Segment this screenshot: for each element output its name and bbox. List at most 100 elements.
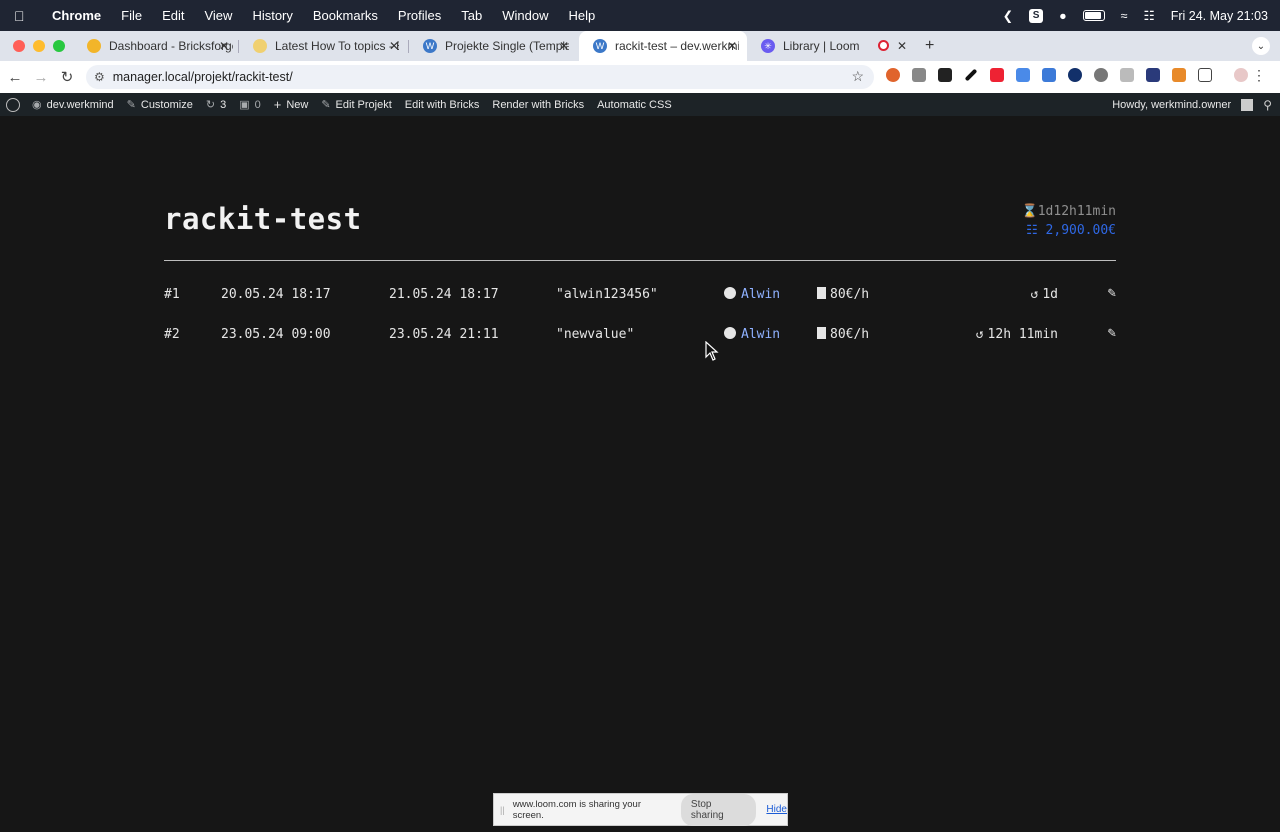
drag-handle-icon[interactable]: || bbox=[500, 805, 505, 815]
tab-projekte-single[interactable]: W Projekte Single (Template) ✕ bbox=[409, 31, 579, 61]
receipt-icon bbox=[817, 327, 826, 339]
user-circle-icon bbox=[724, 287, 736, 299]
pencil-icon: ✎ bbox=[321, 99, 331, 111]
extension-icon[interactable] bbox=[886, 68, 900, 82]
menu-history[interactable]: History bbox=[252, 8, 292, 23]
close-tab-icon[interactable]: ✕ bbox=[897, 39, 907, 53]
more-menu-icon[interactable]: ⋮ bbox=[1252, 67, 1266, 84]
divider bbox=[164, 260, 1116, 261]
wordpress-logo-icon[interactable] bbox=[6, 97, 20, 112]
browser-toolbar: ← → ↻ ⚙ manager.local/projekt/rackit-tes… bbox=[0, 61, 1280, 93]
extension-icon[interactable] bbox=[1016, 68, 1030, 82]
zoom-window-button[interactable] bbox=[53, 40, 65, 52]
bookmark-star-icon[interactable]: ☆ bbox=[851, 68, 864, 85]
extension-icon[interactable] bbox=[1068, 68, 1082, 82]
control-center-icon[interactable]: ☷ bbox=[1144, 8, 1155, 23]
metamask-extension-icon[interactable] bbox=[1172, 68, 1186, 82]
puzzle-extensions-icon[interactable] bbox=[1198, 68, 1212, 82]
url-text[interactable]: manager.local/projekt/rackit-test/ bbox=[113, 70, 293, 84]
forward-arrow-icon[interactable]: → bbox=[28, 69, 54, 86]
edit-icon[interactable]: ✎ bbox=[1108, 325, 1116, 341]
new-label: New bbox=[286, 98, 309, 111]
stop-sharing-button[interactable]: Stop sharing bbox=[680, 793, 757, 826]
admin-edit-projekt-link[interactable]: ✎ Edit Projekt bbox=[321, 98, 392, 112]
reload-icon[interactable]: ↻ bbox=[54, 68, 80, 86]
profile-avatar[interactable] bbox=[1234, 68, 1248, 82]
menu-help[interactable]: Help bbox=[569, 8, 596, 23]
admin-render-bricks-link[interactable]: Render with Bricks bbox=[492, 99, 584, 111]
menu-view[interactable]: View bbox=[204, 8, 232, 23]
user-avatar[interactable] bbox=[1241, 98, 1254, 111]
tab-label: Library | Loom bbox=[783, 39, 860, 53]
new-tab-button[interactable]: + bbox=[925, 37, 934, 55]
admin-customize-link[interactable]: ✎ Customize bbox=[127, 98, 193, 112]
shield-extension-icon[interactable] bbox=[1094, 68, 1108, 82]
tab-search-chevron-icon[interactable]: ⌄ bbox=[1252, 37, 1270, 55]
menu-file[interactable]: File bbox=[121, 8, 142, 23]
close-tab-icon[interactable]: ✕ bbox=[559, 39, 569, 53]
menu-window[interactable]: Window bbox=[502, 8, 548, 23]
battery-icon[interactable] bbox=[1082, 10, 1105, 21]
back-arrow-icon[interactable]: ← bbox=[2, 69, 28, 86]
plus-icon: + bbox=[273, 97, 282, 112]
menubar-datetime[interactable]: Fri 24. May 21:03 bbox=[1171, 9, 1268, 23]
search-icon[interactable]: ⚲ bbox=[1263, 98, 1272, 112]
mouse-cursor-icon bbox=[705, 341, 719, 361]
menu-bookmarks[interactable]: Bookmarks bbox=[313, 8, 378, 23]
entry-start: 23.05.24 09:00 bbox=[221, 327, 331, 342]
tab-latest-how-to[interactable]: Latest How To topics - Bricks ✕ bbox=[239, 31, 409, 61]
updates-count: 3 bbox=[220, 98, 227, 111]
camera-extension-icon[interactable] bbox=[912, 68, 926, 82]
hourglass-icon: ⌛ bbox=[1021, 204, 1038, 219]
fonts-extension-icon[interactable] bbox=[938, 68, 952, 82]
entry-value: "alwin123456" bbox=[556, 287, 658, 302]
comment-icon: ▣ bbox=[239, 99, 250, 111]
tag-extension-icon[interactable] bbox=[1042, 68, 1056, 82]
edit-projekt-label: Edit Projekt bbox=[335, 98, 392, 111]
user-icon[interactable]: ● bbox=[1059, 9, 1067, 23]
close-window-button[interactable] bbox=[13, 40, 25, 52]
admin-comments-link[interactable]: ▣ 0 bbox=[239, 98, 261, 112]
skype-status-icon[interactable]: S bbox=[1029, 8, 1044, 23]
entry-end: 21.05.24 18:17 bbox=[389, 287, 499, 302]
tab-rackit-test[interactable]: W rackit-test – dev.werkmind ✕ bbox=[579, 31, 747, 61]
entry-user-link[interactable]: Alwin bbox=[724, 287, 780, 302]
entry-duration-value: 1d bbox=[1042, 287, 1058, 302]
history-icon: ↺ bbox=[975, 327, 984, 342]
adblock-extension-icon[interactable] bbox=[990, 68, 1004, 82]
extension-icon[interactable] bbox=[1120, 68, 1134, 82]
menu-edit[interactable]: Edit bbox=[162, 8, 184, 23]
entry-user-name: Alwin bbox=[741, 287, 781, 302]
tab-library-loom[interactable]: ✳ Library | Loom ✕ bbox=[747, 31, 915, 61]
admin-new-link[interactable]: + New bbox=[274, 97, 309, 112]
entry-user-link[interactable]: Alwin bbox=[724, 327, 780, 342]
apple-menu-icon[interactable]:  bbox=[14, 8, 28, 24]
minimize-window-button[interactable] bbox=[33, 40, 45, 52]
project-title: rackit-test bbox=[164, 202, 362, 236]
entry-end: 23.05.24 21:11 bbox=[389, 327, 499, 342]
admin-automatic-css-link[interactable]: Automatic CSS bbox=[597, 99, 672, 111]
howdy-user-link[interactable]: Howdy, werkmind.owner bbox=[1112, 99, 1231, 111]
chevron-left-icon[interactable]: ❮ bbox=[1003, 8, 1013, 23]
entry-start: 20.05.24 18:17 bbox=[221, 287, 331, 302]
extension-icon[interactable] bbox=[1146, 68, 1160, 82]
admin-updates-link[interactable]: ↻ 3 bbox=[205, 98, 227, 112]
pen-extension-icon[interactable] bbox=[964, 68, 978, 82]
close-tab-icon[interactable]: ✕ bbox=[219, 39, 229, 53]
tab-dashboard-bricksforge[interactable]: Dashboard - Bricksforge – Th ✕ bbox=[73, 31, 239, 61]
hide-link[interactable]: Hide bbox=[766, 804, 787, 815]
admin-site-link[interactable]: ◉ dev.werkmind bbox=[32, 98, 114, 112]
address-bar[interactable]: ⚙ manager.local/projekt/rackit-test/ ☆ bbox=[86, 65, 874, 89]
wifi-icon[interactable]: ≈ bbox=[1121, 9, 1128, 23]
close-tab-icon[interactable]: ✕ bbox=[727, 39, 737, 53]
menu-profiles[interactable]: Profiles bbox=[398, 8, 441, 23]
updates-icon: ↻ bbox=[205, 99, 216, 111]
menu-tab[interactable]: Tab bbox=[461, 8, 482, 23]
site-settings-icon[interactable]: ⚙ bbox=[94, 70, 105, 84]
edit-icon[interactable]: ✎ bbox=[1108, 285, 1116, 301]
close-tab-icon[interactable]: ✕ bbox=[389, 39, 399, 53]
menu-app-chrome[interactable]: Chrome bbox=[52, 8, 101, 23]
admin-edit-bricks-link[interactable]: Edit with Bricks bbox=[405, 99, 480, 111]
user-circle-icon bbox=[724, 327, 736, 339]
coins-icon: ☷ bbox=[1026, 223, 1038, 238]
